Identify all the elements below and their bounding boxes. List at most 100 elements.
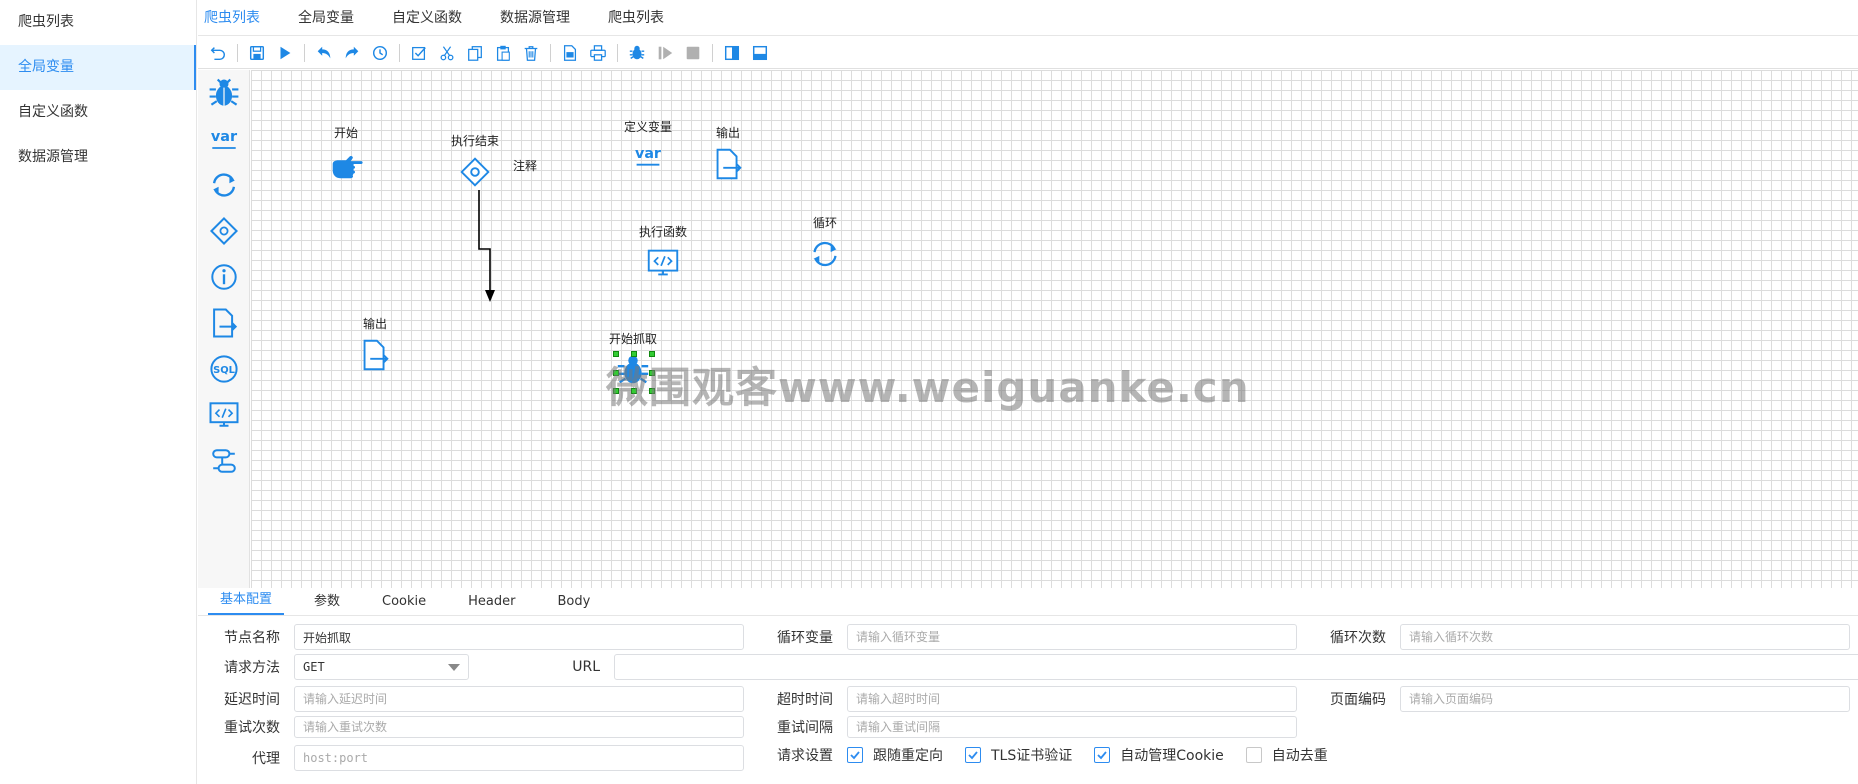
- sidebar-item-global-vars[interactable]: 全局变量: [0, 45, 196, 90]
- node-comment[interactable]: 注释: [513, 157, 537, 174]
- palette-comment-node[interactable]: [198, 254, 250, 300]
- timeout-input[interactable]: [847, 686, 1297, 712]
- loop-icon: [813, 241, 837, 267]
- node-define-variable[interactable]: 定义变量 var: [624, 118, 672, 177]
- tab-spider-list-2[interactable]: 爬虫列表: [608, 1, 664, 35]
- node-end[interactable]: 执行结束: [451, 132, 499, 191]
- sidebar-item-spider-list[interactable]: 爬虫列表: [0, 0, 196, 45]
- form-row-url: URL: [518, 654, 1858, 680]
- node-name-input[interactable]: [294, 624, 744, 650]
- node-label: 执行结束: [451, 134, 500, 148]
- tls-verify-checkbox[interactable]: TLS证书验证: [965, 745, 1072, 765]
- tab-spider-list[interactable]: 爬虫列表: [204, 1, 260, 35]
- delay-input[interactable]: [294, 686, 744, 712]
- info-icon: [211, 264, 237, 290]
- undo-button[interactable]: [310, 40, 338, 66]
- checkbox-box: [1245, 747, 1262, 763]
- palette-sql-node[interactable]: SQL: [198, 346, 250, 392]
- follow-redirect-checkbox[interactable]: 跟随重定向: [847, 745, 943, 765]
- timeout-label: 超时时间: [777, 692, 833, 708]
- svg-text:var: var: [211, 129, 238, 145]
- palette-loop-node[interactable]: [198, 162, 250, 208]
- undo-back-button[interactable]: [204, 40, 232, 66]
- method-label: 请求方法: [224, 660, 280, 676]
- form-row-retry-interval: 重试间隔: [751, 716, 1297, 738]
- cut-button[interactable]: [433, 40, 461, 66]
- tab-custom-functions[interactable]: 自定义函数: [392, 1, 462, 35]
- redo-icon: [345, 46, 359, 58]
- tab-params[interactable]: 参数: [302, 590, 352, 615]
- retry-count-input[interactable]: [294, 716, 744, 738]
- toolbar-divider: [399, 43, 400, 62]
- trash-icon: [524, 45, 538, 61]
- proxy-input[interactable]: [294, 745, 744, 771]
- select-all-button[interactable]: [405, 40, 433, 66]
- stop-button[interactable]: [679, 40, 707, 66]
- code-monitor-icon: [209, 402, 239, 427]
- node-label: 循环: [812, 216, 837, 230]
- auto-cookie-checkbox[interactable]: 自动管理Cookie: [1094, 745, 1224, 765]
- retry-interval-input[interactable]: [847, 716, 1297, 738]
- svg-text:var: var: [635, 146, 661, 162]
- palette-end-node[interactable]: [198, 208, 250, 254]
- url-label: URL: [572, 659, 600, 675]
- node-output-2[interactable]: 输出: [356, 315, 394, 374]
- node-start[interactable]: 开始: [327, 124, 365, 183]
- export-button[interactable]: [556, 40, 584, 66]
- step-forward-icon: [658, 46, 673, 59]
- node-label: 定义变量: [624, 120, 673, 134]
- paste-button[interactable]: [489, 40, 517, 66]
- step-button[interactable]: [651, 40, 679, 66]
- checkbox-label: 自动管理Cookie: [1120, 748, 1224, 764]
- spider-icon: [209, 78, 239, 106]
- tab-basic-config[interactable]: 基本配置: [208, 588, 285, 615]
- print-button[interactable]: [584, 40, 612, 66]
- node-label: 执行函数: [639, 225, 688, 239]
- toggle-bottom-panel-button[interactable]: [746, 40, 774, 66]
- node-loop[interactable]: 循环: [806, 214, 844, 273]
- palette-output-node[interactable]: [198, 300, 250, 346]
- save-icon: [249, 45, 265, 60]
- tab-global-vars[interactable]: 全局变量: [298, 1, 354, 35]
- toolbar-divider: [550, 43, 551, 62]
- tab-cookie[interactable]: Cookie: [370, 594, 438, 615]
- debug-button[interactable]: [623, 40, 651, 66]
- node-label: 输出: [362, 317, 387, 331]
- flow-canvas[interactable]: 开始 执行结束 注释 定义变量 var 输出 执行函数 循环 输出 开始抓取 微…: [251, 70, 1858, 588]
- sql-icon: SQL: [210, 355, 238, 383]
- copy-button[interactable]: [461, 40, 489, 66]
- toggle-right-panel-button[interactable]: [718, 40, 746, 66]
- checkbox-box: [965, 747, 981, 763]
- palette-variable-node[interactable]: var: [198, 116, 250, 162]
- node-execute-function[interactable]: 执行函数: [639, 223, 687, 282]
- sidebar-item-custom-functions[interactable]: 自定义函数: [0, 90, 196, 135]
- svg-text:SQL: SQL: [213, 365, 236, 376]
- encoding-label: 页面编码: [1330, 692, 1386, 708]
- tab-datasource[interactable]: 数据源管理: [500, 1, 570, 35]
- delete-button[interactable]: [517, 40, 545, 66]
- palette-crawl-node[interactable]: [198, 70, 250, 116]
- loop-count-input[interactable]: [1400, 624, 1850, 650]
- sidebar-item-datasource[interactable]: 数据源管理: [0, 135, 196, 180]
- panel-bottom-icon: [752, 45, 768, 60]
- properties-tabs: 基本配置 参数 Cookie Header Body: [198, 589, 1858, 616]
- history-button[interactable]: [366, 40, 394, 66]
- form-row-loop-var: 循环变量: [751, 624, 1297, 650]
- tab-header[interactable]: Header: [456, 594, 527, 615]
- redo-button[interactable]: [338, 40, 366, 66]
- node-output-1[interactable]: 输出: [709, 124, 747, 183]
- toolbar-divider: [617, 43, 618, 62]
- loop-var-input[interactable]: [847, 624, 1297, 650]
- encoding-input[interactable]: [1400, 686, 1850, 712]
- save-button[interactable]: [243, 40, 271, 66]
- tab-body[interactable]: Body: [546, 594, 603, 615]
- checkbox-label: TLS证书验证: [991, 748, 1073, 764]
- url-input[interactable]: [614, 654, 1858, 680]
- check-icon: [850, 751, 860, 760]
- palette-function-node[interactable]: [198, 392, 250, 438]
- palette-datasource-node[interactable]: [198, 438, 250, 484]
- method-select[interactable]: GET: [294, 654, 469, 680]
- run-button[interactable]: [271, 40, 299, 66]
- auto-dedup-checkbox[interactable]: 自动去重: [1245, 745, 1328, 765]
- form-row-loop-count: 循环次数: [1304, 624, 1850, 650]
